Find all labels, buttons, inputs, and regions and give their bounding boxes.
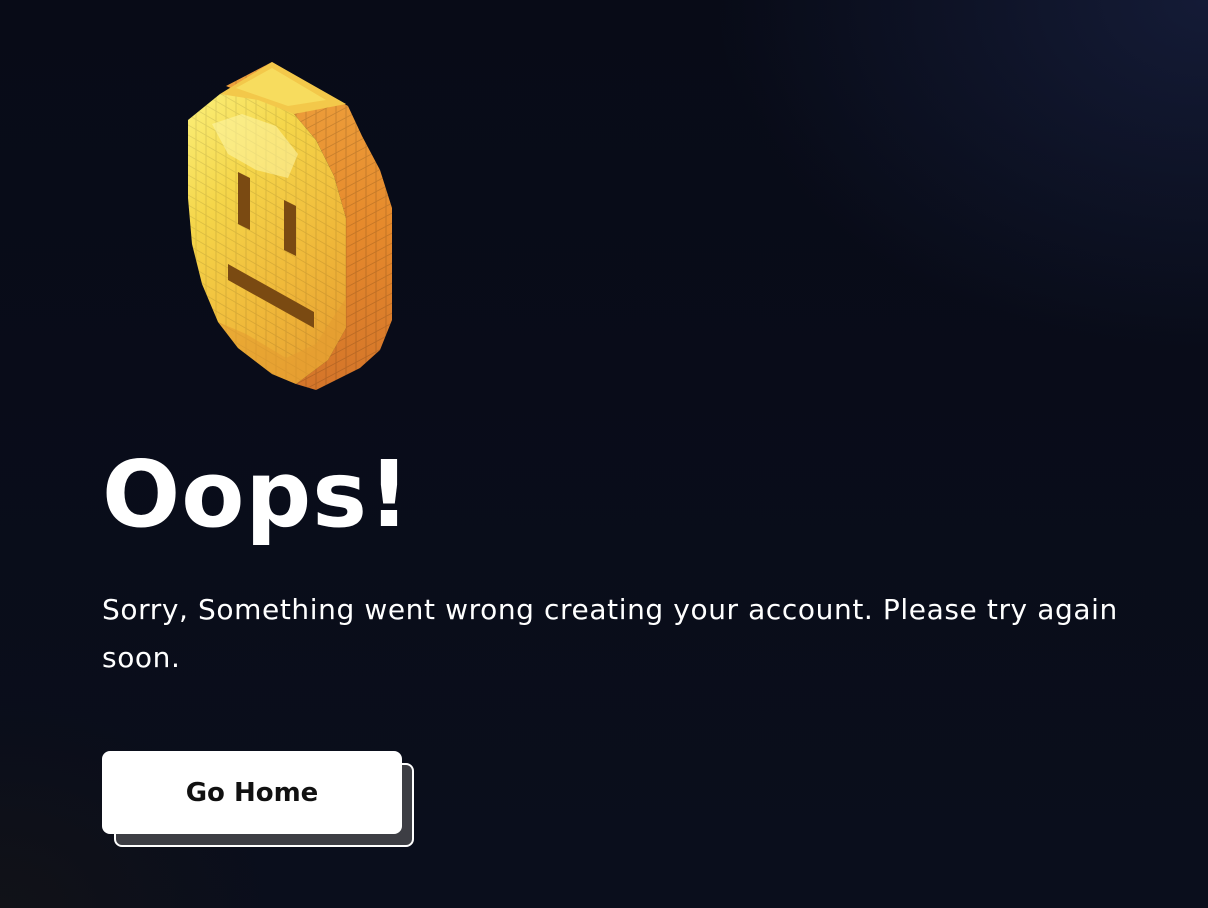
- error-message: Sorry, Something went wrong creating you…: [102, 593, 1118, 674]
- pixel-neutral-face-coin-icon: [176, 58, 406, 398]
- go-home-button-container: Go Home: [102, 751, 414, 847]
- error-page: Oops! Sorry, Something went wrong creati…: [0, 0, 1208, 908]
- page-title: Oops!: [102, 441, 411, 548]
- go-home-button[interactable]: Go Home: [102, 751, 402, 834]
